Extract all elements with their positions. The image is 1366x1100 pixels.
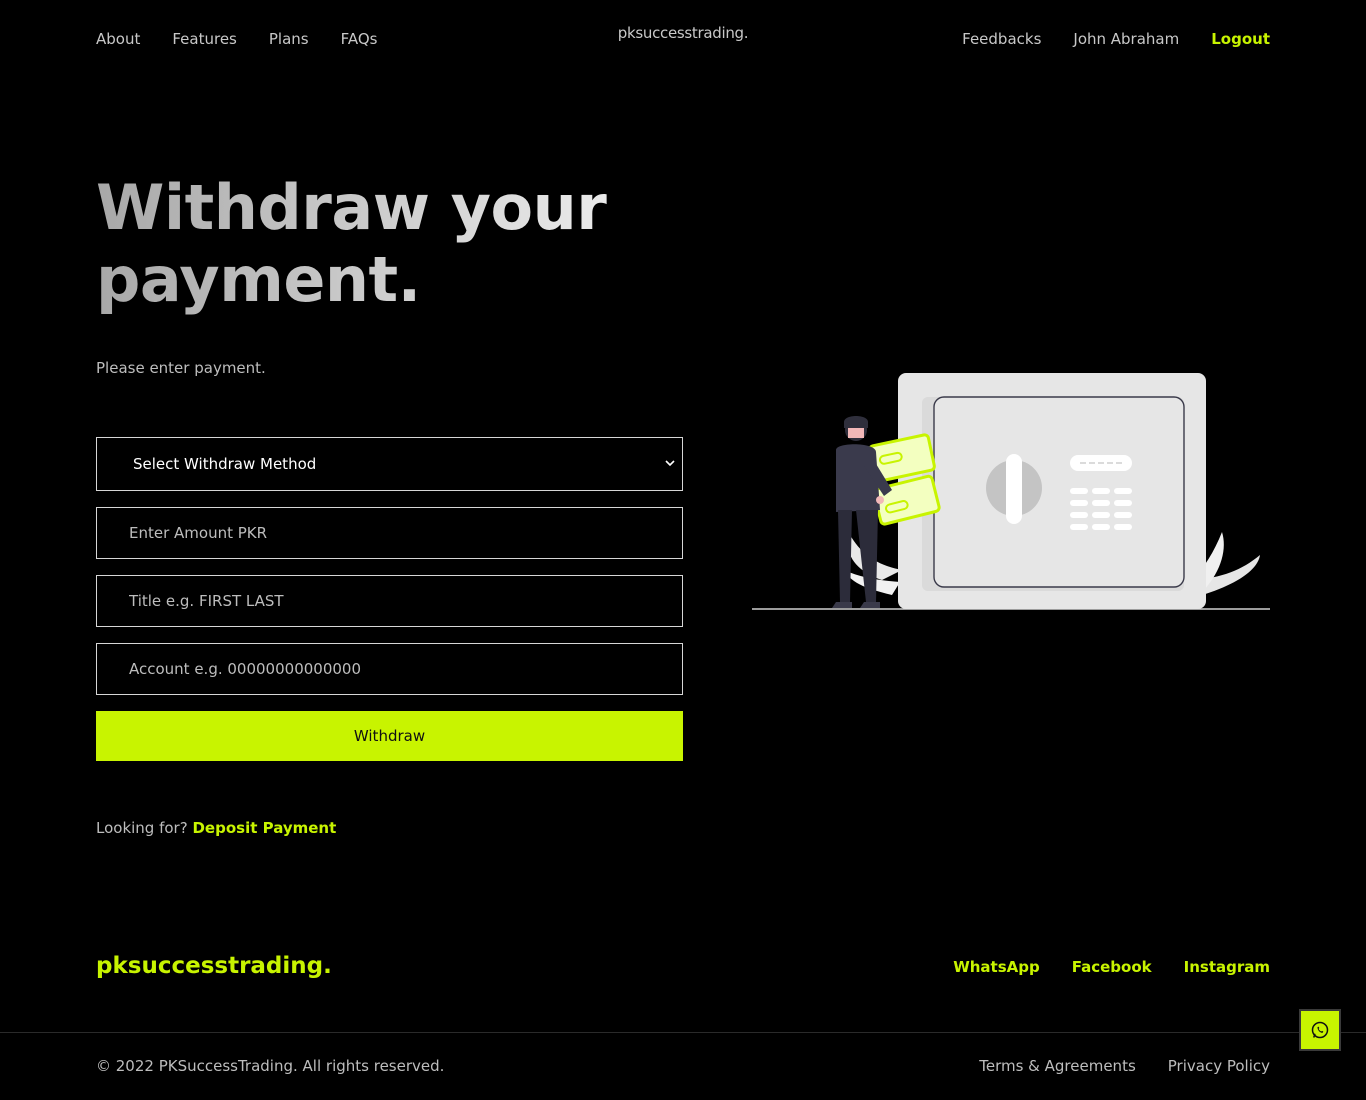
nav-left-links: About Features Plans FAQs (96, 30, 377, 48)
top-navigation: About Features Plans FAQs pksuccesstradi… (96, 24, 1270, 56)
brand-logo[interactable]: pksuccesstrading. (618, 24, 749, 42)
nav-link-plans[interactable]: Plans (269, 30, 309, 48)
nav-link-features[interactable]: Features (172, 30, 237, 48)
nav-link-feedbacks[interactable]: Feedbacks (962, 30, 1041, 48)
account-title-input[interactable] (97, 576, 682, 626)
withdraw-button[interactable]: Withdraw (96, 711, 683, 761)
footer-legal-links: Terms & Agreements Privacy Policy (979, 1057, 1270, 1075)
nav-link-user-name[interactable]: John Abraham (1073, 30, 1179, 48)
page-subtitle: Please enter payment. (96, 359, 266, 377)
page-title: Withdraw your payment. (96, 172, 656, 316)
logout-link[interactable]: Logout (1211, 30, 1270, 48)
withdraw-method-select[interactable]: Select Withdraw Method (96, 437, 683, 491)
withdraw-method-selected-value: Select Withdraw Method (133, 455, 317, 473)
nav-right-links: Feedbacks John Abraham Logout (962, 30, 1270, 48)
account-number-input[interactable] (97, 644, 682, 694)
whatsapp-icon (1311, 1021, 1329, 1039)
terms-link[interactable]: Terms & Agreements (979, 1057, 1136, 1075)
footer-link-facebook[interactable]: Facebook (1072, 958, 1152, 976)
withdraw-form: Select Withdraw Method Withdraw (96, 437, 683, 761)
account-field-wrapper (96, 643, 683, 695)
withdraw-page: About Features Plans FAQs pksuccesstradi… (0, 0, 1366, 1100)
deposit-payment-link[interactable]: Deposit Payment (192, 819, 336, 837)
whatsapp-floating-button[interactable] (1299, 1009, 1341, 1051)
footer-link-instagram[interactable]: Instagram (1184, 958, 1270, 976)
safe-illustration (752, 373, 1270, 610)
deposit-link-row: Looking for? Deposit Payment (96, 819, 336, 837)
looking-for-text: Looking for? (96, 819, 188, 837)
copyright-text: © 2022 PKSuccessTrading. All rights rese… (96, 1057, 445, 1075)
title-field-wrapper (96, 575, 683, 627)
amount-field-wrapper (96, 507, 683, 559)
footer-brand-logo[interactable]: pksuccesstrading. (96, 953, 332, 979)
privacy-policy-link[interactable]: Privacy Policy (1168, 1057, 1270, 1075)
chevron-down-icon (665, 460, 675, 467)
footer-link-whatsapp[interactable]: WhatsApp (953, 958, 1040, 976)
footer-divider (0, 1032, 1366, 1033)
nav-link-faqs[interactable]: FAQs (341, 30, 378, 48)
amount-input[interactable] (97, 508, 682, 558)
nav-link-about[interactable]: About (96, 30, 140, 48)
footer-social-links: WhatsApp Facebook Instagram (953, 958, 1270, 976)
